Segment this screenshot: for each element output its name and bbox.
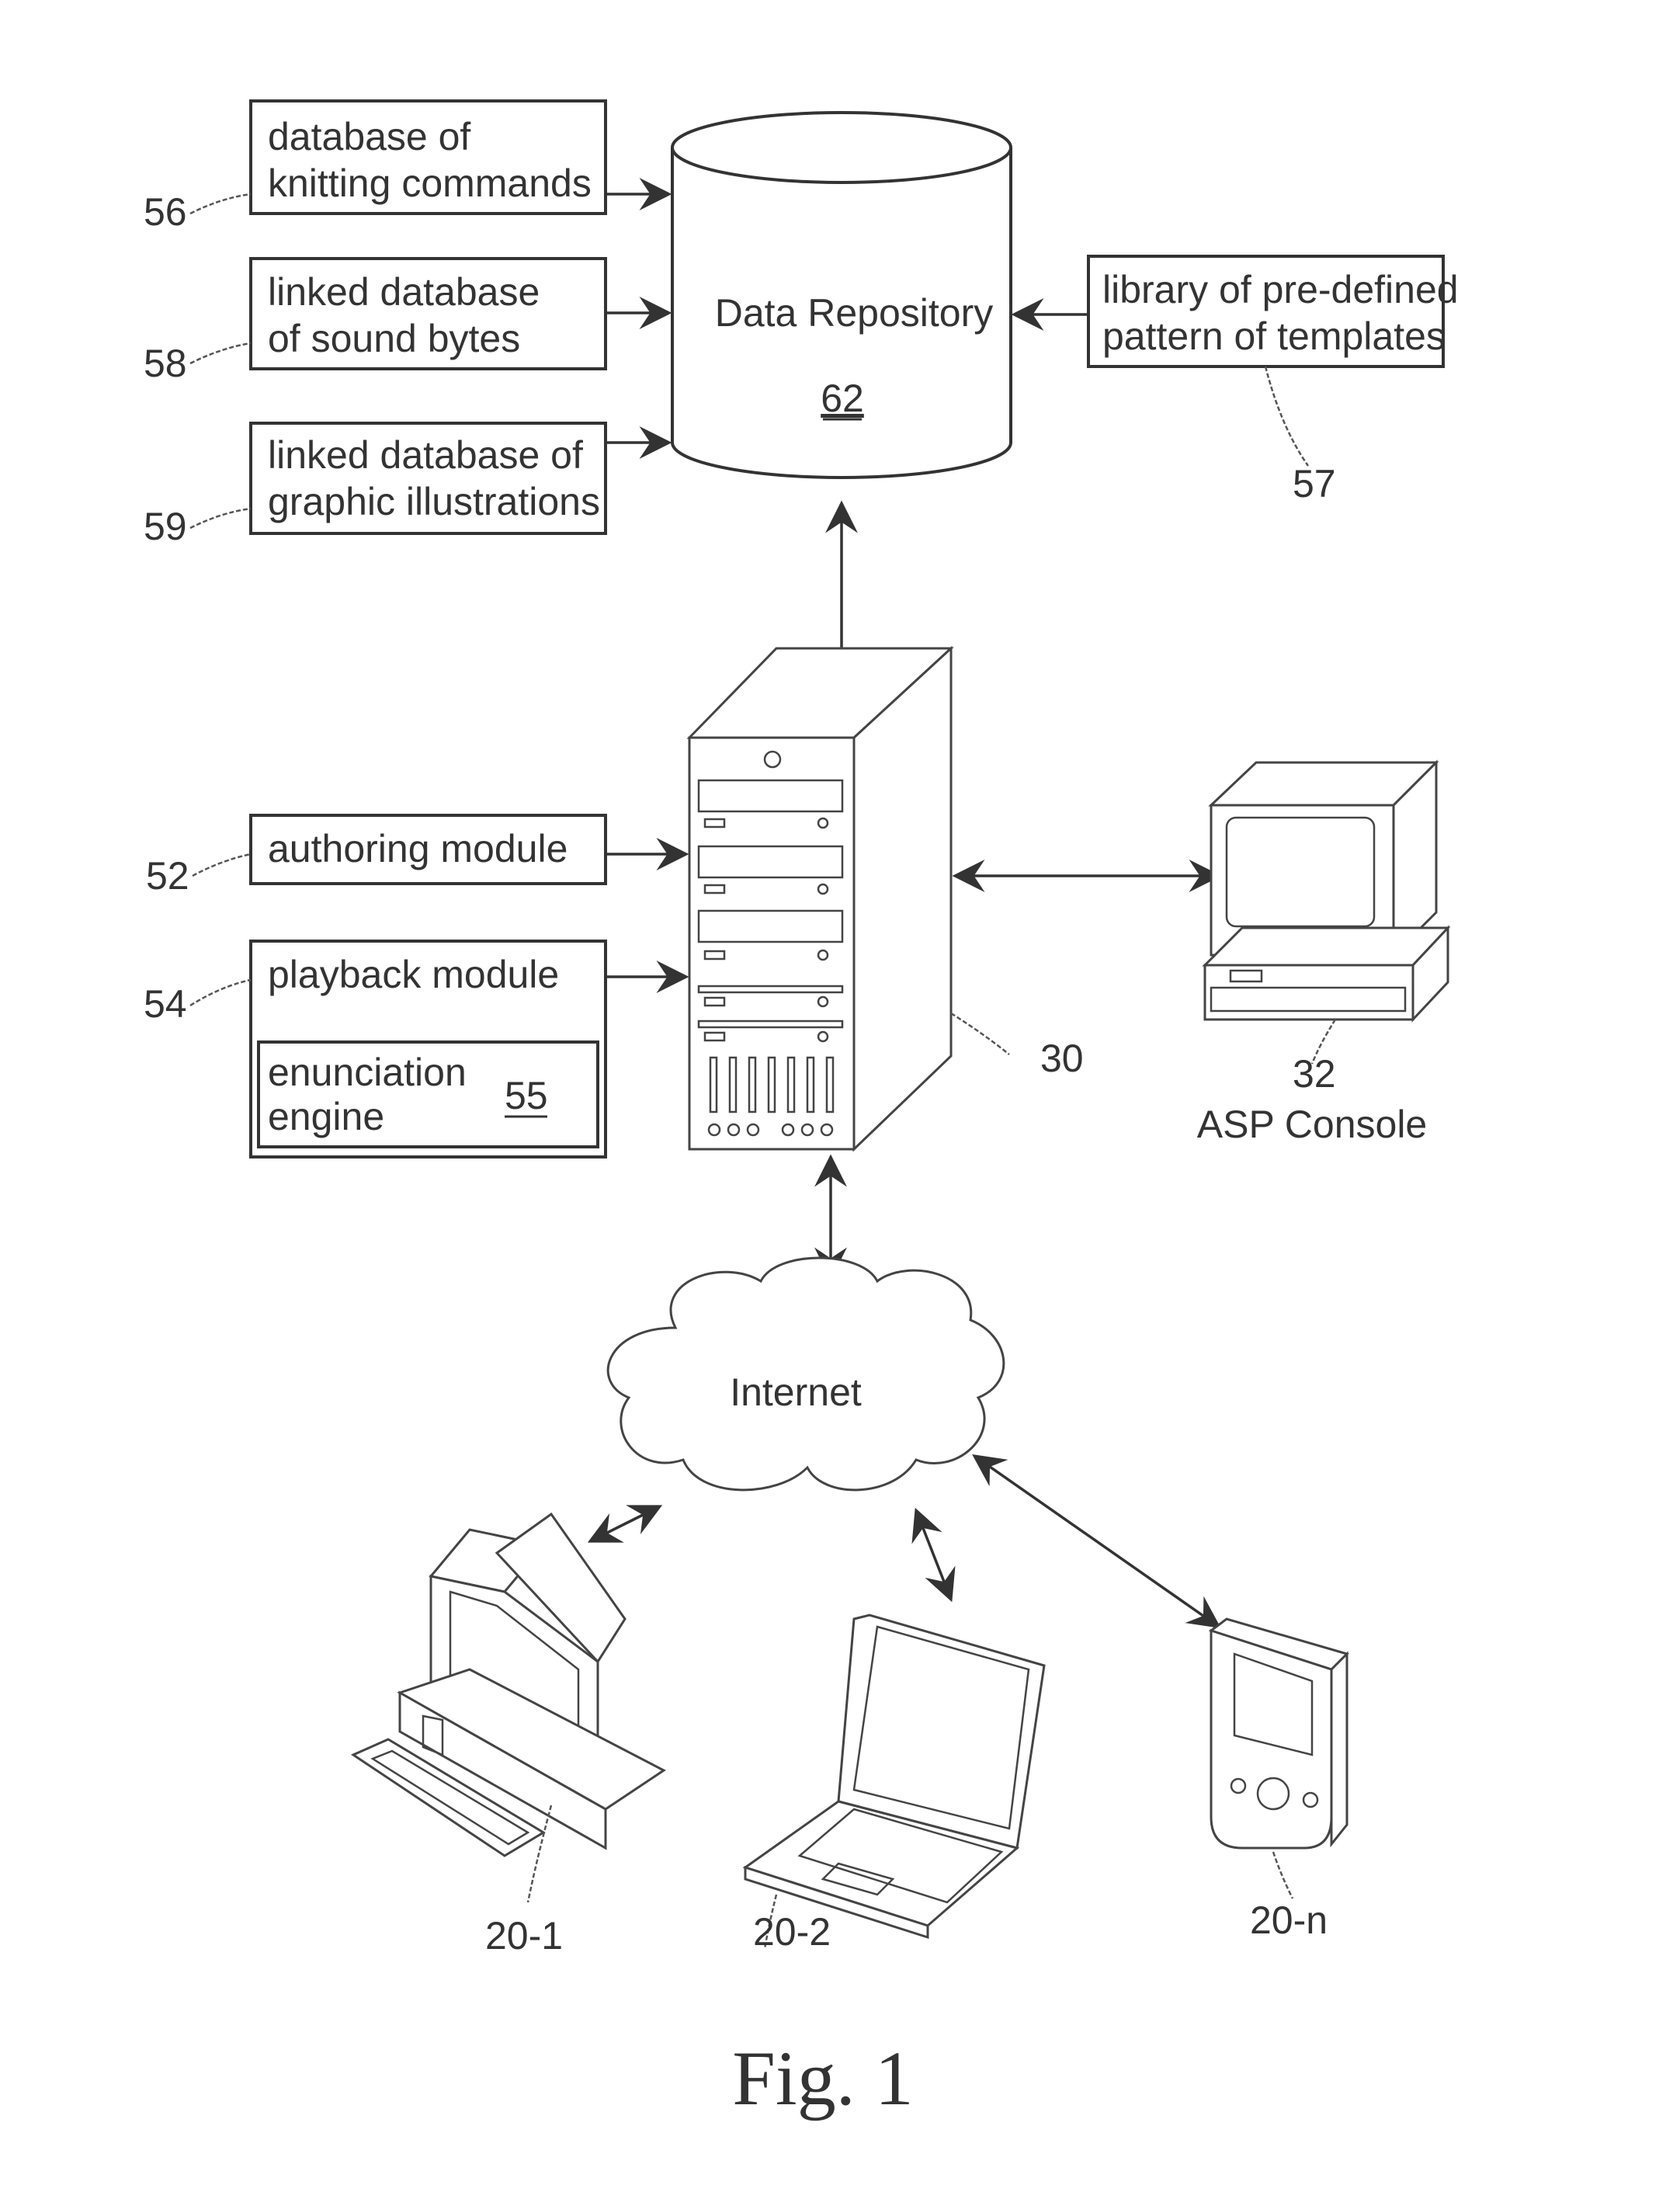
playback-module-label: playback module xyxy=(268,953,559,996)
client-pda xyxy=(1208,1617,1349,1850)
ref-20-2: 20-2 xyxy=(753,1910,831,1954)
enunciation-engine-ref: 55 xyxy=(505,1074,548,1117)
input-box-line2: of sound bytes xyxy=(268,317,520,360)
input-box-line2: knitting commands xyxy=(268,162,592,205)
leader-52 xyxy=(192,853,252,877)
figure-title: Fig. 1 xyxy=(732,2035,913,2121)
arrow-internet-client-2 xyxy=(911,1507,956,1603)
ref-20-n: 20-n xyxy=(1250,1898,1328,1942)
arrow-internet-client-n xyxy=(972,1454,1221,1629)
ref-59: 59 xyxy=(144,505,187,548)
library-line2: pattern of templates xyxy=(1102,314,1446,358)
internet-cloud: Internet xyxy=(606,1256,1005,1492)
input-box-knitting-commands: database of knitting commands xyxy=(249,99,607,215)
library-line1: library of pre-defined xyxy=(1102,268,1459,311)
client-laptop xyxy=(742,1614,1046,1940)
enunciation-engine-box: enunciation engine 55 xyxy=(257,1040,599,1148)
asp-console-label: ASP Console xyxy=(1197,1103,1427,1146)
ref-30: 30 xyxy=(1040,1037,1084,1080)
enunciation-engine-line2: engine xyxy=(268,1095,384,1138)
authoring-module-label: authoring module xyxy=(268,827,568,870)
leader-57 xyxy=(1264,366,1310,467)
leader-54 xyxy=(189,978,252,1007)
leader-20-n xyxy=(1272,1851,1294,1899)
system-diagram: database of knitting commands 56 linked … xyxy=(144,99,1459,2121)
ref-54: 54 xyxy=(144,982,187,1026)
repository-ref: 62 xyxy=(821,377,864,420)
playback-module-box: playback module enunciation engine 55 xyxy=(249,940,607,1159)
ref-57: 57 xyxy=(1293,462,1336,505)
leader-59 xyxy=(189,507,252,530)
input-box-sound-bytes: linked database of sound bytes xyxy=(249,257,607,370)
input-box-line1: linked database of xyxy=(268,433,583,477)
ref-52: 52 xyxy=(146,854,189,898)
authoring-module-box: authoring module xyxy=(249,814,607,885)
leader-30 xyxy=(950,1012,1010,1055)
ref-58: 58 xyxy=(144,342,187,385)
leader-20-1 xyxy=(526,1805,553,1903)
repository-label: Data Repository xyxy=(715,291,994,335)
ref-32: 32 xyxy=(1293,1052,1336,1096)
input-box-line1: database of xyxy=(268,115,470,158)
ref-56: 56 xyxy=(144,190,187,234)
arrow-internet-client-1 xyxy=(587,1505,663,1543)
leader-56 xyxy=(189,193,252,215)
internet-label: Internet xyxy=(730,1370,862,1414)
server-tower xyxy=(686,645,954,1152)
data-repository: Data Repository 62 xyxy=(671,111,1012,479)
ref-20-1: 20-1 xyxy=(485,1914,563,1957)
input-box-line1: linked database xyxy=(268,270,540,314)
asp-console-computer xyxy=(1202,759,1451,1023)
input-box-line2: graphic illustrations xyxy=(268,480,600,523)
leader-58 xyxy=(189,342,252,365)
library-box: library of pre-defined pattern of templa… xyxy=(1087,255,1459,368)
input-box-graphic-illustrations: linked database of graphic illustrations xyxy=(249,422,607,535)
enunciation-engine-line1: enunciation xyxy=(268,1051,467,1094)
client-desktop-computer xyxy=(350,1512,666,1857)
